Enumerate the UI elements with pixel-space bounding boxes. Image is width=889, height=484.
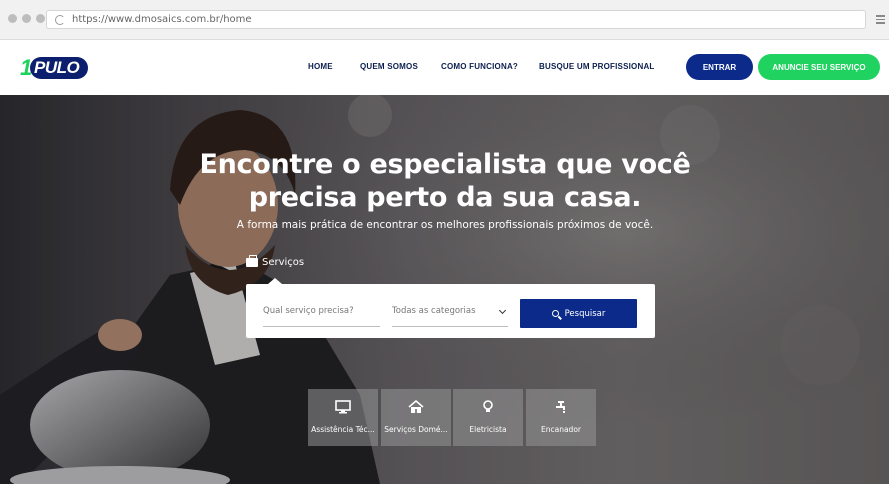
main-nav: HOME QUEM SOMOS COMO FUNCIONA? BUSQUE UM… [0,62,889,74]
search-icon [551,310,559,317]
chevron-down-icon [498,306,507,315]
service-search-placeholder: Qual serviço precisa? [263,306,354,316]
search-button-label: Pesquisar [564,308,606,319]
browser-chrome: https://www.dmosaics.com.br/home [0,0,889,40]
hero-subheadline: A forma mais prática de encontrar os mel… [236,219,654,231]
nav-como-funciona[interactable]: COMO FUNCIONA? [441,62,518,71]
address-bar[interactable]: https://www.dmosaics.com.br/home [46,10,866,29]
hero-headline-line1: Encontre o especialista que você [199,149,691,180]
site-header: 1 PULO HOME QUEM SOMOS COMO FUNCIONA? BU… [0,40,889,95]
hero-headline: Encontre o especialista que você precisa… [150,148,740,214]
advertise-service-button[interactable]: ANUNCIE SEU SERVIÇO [758,54,880,80]
category-shortcuts: Assistência Téc... Serviços Domé... Elet… [0,389,889,446]
search-button[interactable]: Pesquisar [520,299,637,328]
category-select-value: Todas as categorias [392,306,476,316]
category-label: Eletricista [469,425,507,434]
category-select[interactable]: Todas as categorias [392,299,508,327]
category-assistencia-tecnica[interactable]: Assistência Téc... [308,389,378,446]
lightbulb-icon [483,400,493,412]
nav-quem-somos[interactable]: QUEM SOMOS [360,62,418,71]
reload-icon[interactable] [55,14,65,25]
briefcase-icon [246,255,258,267]
house-icon [408,400,424,413]
monitor-icon [335,400,351,414]
window-controls [8,14,45,23]
minimize-window-button[interactable] [22,14,31,23]
category-label: Assistência Téc... [311,425,375,434]
nav-busque-profissional[interactable]: BUSQUE UM PROFISSIONAL [539,62,655,71]
category-encanador[interactable]: Encanador [526,389,596,446]
tab-servicos[interactable]: Serviços [246,255,305,268]
hero-headline-line2: precisa perto da sua casa. [248,182,642,213]
hero-section: Encontre o especialista que você precisa… [0,95,889,484]
tab-servicos-label: Serviços [262,257,305,268]
category-servicos-domesticos[interactable]: Serviços Domé... [381,389,451,446]
category-label: Encanador [541,425,581,434]
browser-menu-icon[interactable] [876,15,885,26]
login-button[interactable]: ENTRAR [686,54,753,80]
maximize-window-button[interactable] [36,14,45,23]
category-eletricista[interactable]: Eletricista [453,389,523,446]
nav-home[interactable]: HOME [308,62,333,71]
url-text: https://www.dmosaics.com.br/home [72,14,252,25]
service-search-input[interactable]: Qual serviço precisa? [263,299,380,327]
category-label: Serviços Domé... [384,425,448,434]
search-panel: Qual serviço precisa? Todas as categoria… [246,284,655,338]
close-window-button[interactable] [8,14,17,23]
faucet-icon [556,401,565,413]
